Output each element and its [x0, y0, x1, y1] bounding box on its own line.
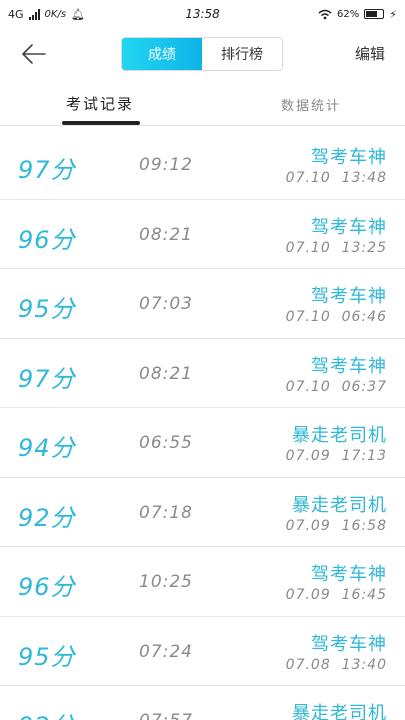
segment-leaderboard[interactable]: 排行榜	[202, 38, 282, 70]
record-user-name: 暴走老司机	[292, 494, 387, 516]
record-user-name: 驾考车神	[311, 286, 387, 307]
tab-data-stats[interactable]: 数据统计	[281, 95, 341, 114]
record-score: 92分	[18, 706, 76, 720]
record-timestamp: 07.10 13:48	[285, 170, 387, 186]
record-timestamp: 07.10 13:25	[285, 239, 387, 256]
record-duration: 07:18	[139, 502, 193, 523]
record-row[interactable]: 97分 09:12 驾考车神 07.10 13:48	[0, 130, 405, 200]
record-duration: 07:57	[139, 711, 193, 720]
network-type: 4G	[8, 7, 24, 21]
tab-indicator	[62, 121, 140, 125]
record-row[interactable]: 92分 07:18 暴走老司机 07.09 16:58	[0, 478, 405, 547]
record-timestamp: 07.08 13:40	[285, 656, 387, 673]
record-duration: 06:55	[139, 433, 193, 453]
record-duration: 10:25	[139, 572, 193, 592]
record-score: 92分	[18, 503, 76, 532]
record-user-name: 驾考车神	[311, 564, 387, 585]
record-user-name: 驾考车神	[311, 147, 387, 168]
record-duration: 08:21	[139, 224, 193, 245]
record-timestamp: 07.09 16:58	[285, 517, 387, 534]
records-list[interactable]: 97分 09:12 驾考车神 07.10 13:48 96分 08:21 驾考车…	[0, 130, 405, 720]
record-user-name: 驾考车神	[311, 216, 387, 238]
record-row[interactable]: 96分 08:21 驾考车神 07.10 13:25	[0, 200, 405, 269]
tab-bar: 考试记录 数据统计	[0, 80, 405, 126]
record-row[interactable]: 95分 07:24 驾考车神 07.08 13:40	[0, 617, 405, 686]
segment-control: 成绩 排行榜	[121, 37, 283, 71]
network-speed: 0K/s	[44, 8, 67, 20]
record-row[interactable]: 96分 10:25 驾考车神 07.09 16:45	[0, 547, 405, 617]
record-timestamp: 07.09 17:13	[285, 448, 387, 464]
app-header: 成绩 排行榜 编辑	[0, 28, 405, 80]
battery-percent: 62%	[337, 8, 360, 20]
signal-icon	[28, 8, 40, 20]
status-left: 4G 0K/s 🔔︎	[8, 8, 85, 21]
record-duration: 09:12	[139, 155, 193, 175]
tab-exam-records[interactable]: 考试记录	[66, 93, 134, 114]
arrow-left-icon	[22, 44, 46, 64]
edit-button[interactable]: 编辑	[355, 43, 385, 64]
record-duration: 07:24	[139, 641, 193, 662]
record-row[interactable]: 97分 08:21 驾考车神 07.10 06:37	[0, 339, 405, 408]
segment-scores[interactable]: 成绩	[122, 38, 202, 70]
record-user-name: 驾考车神	[311, 355, 387, 377]
wifi-icon	[318, 9, 332, 19]
battery-icon	[364, 9, 385, 19]
record-score: 97分	[18, 364, 76, 393]
record-score: 96分	[18, 225, 76, 254]
record-user-name: 暴走老司机	[292, 425, 387, 446]
record-user-name: 暴走老司机	[292, 703, 387, 720]
status-right: 62% ⚡︎	[318, 8, 397, 21]
back-button[interactable]	[18, 38, 50, 70]
record-duration: 08:21	[139, 363, 193, 384]
record-timestamp: 07.10 06:37	[285, 378, 387, 395]
record-score: 96分	[18, 573, 76, 601]
record-score: 95分	[18, 295, 76, 323]
record-timestamp: 07.10 06:46	[285, 309, 387, 325]
notification-icon: 🔔︎	[71, 7, 85, 21]
record-user-name: 驾考车神	[311, 633, 387, 655]
record-row[interactable]: 95分 07:03 驾考车神 07.10 06:46	[0, 269, 405, 339]
record-score: 97分	[18, 156, 76, 184]
record-timestamp: 07.09 16:45	[285, 587, 387, 603]
status-bar: 4G 0K/s 🔔︎ 13:58 62% ⚡︎	[0, 0, 405, 28]
record-score: 95分	[18, 642, 76, 671]
record-row[interactable]: 94分 06:55 暴走老司机 07.09 17:13	[0, 408, 405, 478]
record-row[interactable]: 92分 07:57 暴走老司机	[0, 686, 405, 720]
record-duration: 07:03	[139, 294, 193, 314]
charging-icon: ⚡︎	[389, 7, 397, 21]
record-score: 94分	[18, 434, 76, 462]
